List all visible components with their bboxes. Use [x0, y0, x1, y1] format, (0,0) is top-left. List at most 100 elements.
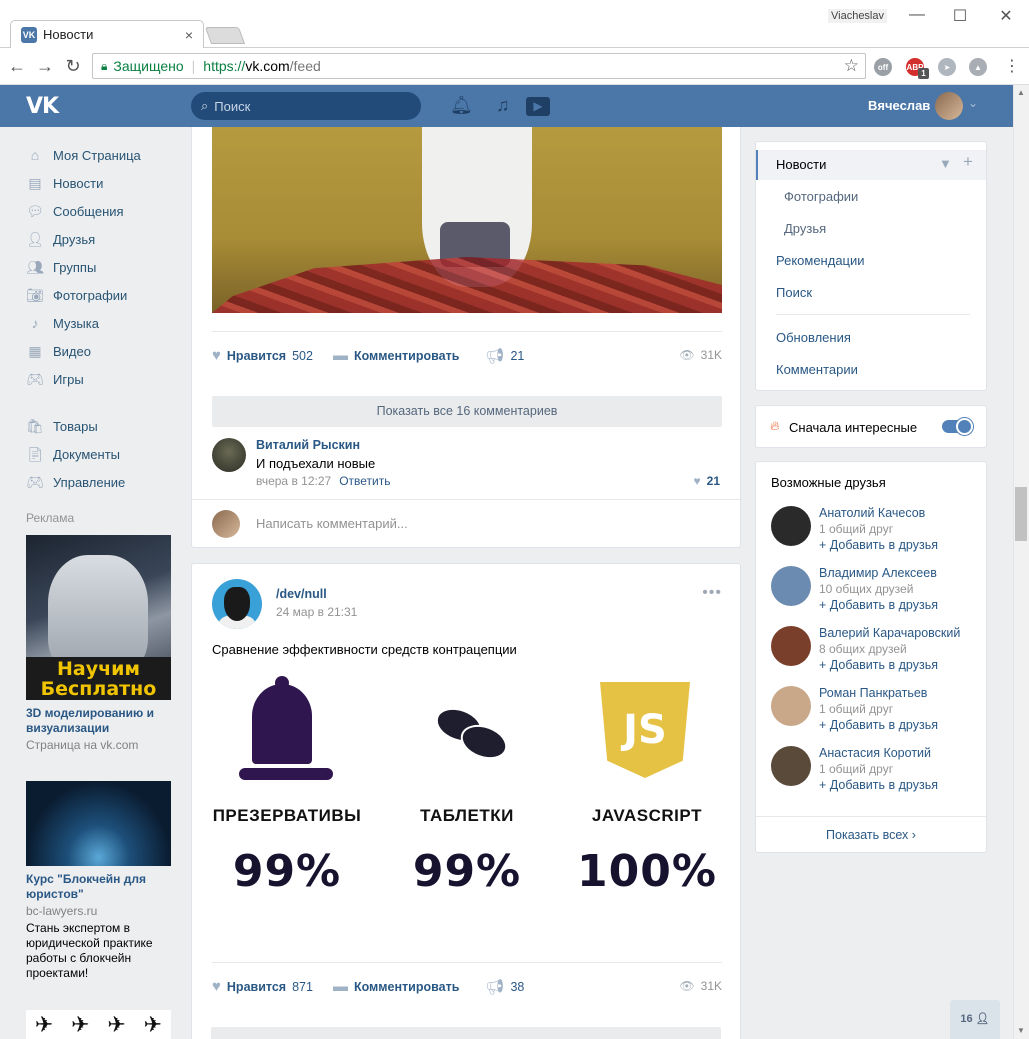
- friend-name[interactable]: Анастасия Коротий: [819, 746, 931, 760]
- menu-item-photos[interactable]: Фотографии: [784, 189, 858, 204]
- ad-title[interactable]: 3D моделированию и визуализации: [26, 706, 176, 736]
- header-user-name[interactable]: Вячеслав: [868, 98, 930, 113]
- sidebar-item-label: Фотографии: [53, 287, 128, 303]
- friend-name[interactable]: Анатолий Качесов: [819, 506, 925, 520]
- forward-icon[interactable]: →: [34, 56, 56, 76]
- menu-item-news[interactable]: Новости: [776, 157, 826, 172]
- add-friend-button[interactable]: + Добавить в друзья: [819, 658, 938, 672]
- friend-avatar[interactable]: [771, 566, 811, 606]
- post-infographic-image[interactable]: ПРЕЗЕРВАТИВЫ 99% ТАБЛЕТКИ 99% JS JAVASCR…: [212, 676, 722, 956]
- like-button[interactable]: ♥ Нравится 502: [212, 347, 313, 364]
- new-tab-button[interactable]: [204, 27, 246, 44]
- share-button[interactable]: 📢︎ 21: [485, 347, 524, 365]
- menu-item-search[interactable]: Поиск: [776, 285, 812, 300]
- header-avatar[interactable]: [935, 92, 963, 120]
- sidebar-item-news[interactable]: ▤ Новости: [26, 169, 176, 197]
- ad-title[interactable]: Курс "Блокчейн для юристов": [26, 872, 176, 902]
- friend-avatar[interactable]: [771, 626, 811, 666]
- comment-time[interactable]: вчера в 12:27: [256, 474, 331, 488]
- post-author-avatar[interactable]: [212, 579, 262, 629]
- bookmark-star-icon[interactable]: ☆: [844, 56, 859, 76]
- ad-image-globe[interactable]: [26, 781, 171, 866]
- address-bar[interactable]: 🔒︎ Защищено | https:// vk.com /feed ☆: [92, 53, 866, 79]
- like-button[interactable]: ♥ Нравится 871: [212, 978, 313, 995]
- menu-item-friends[interactable]: Друзья: [784, 221, 826, 236]
- comment-author[interactable]: Виталий Рыскин: [256, 438, 360, 452]
- cursor-extension-icon[interactable]: ➤: [938, 58, 956, 76]
- add-friend-button[interactable]: + Добавить в друзья: [819, 538, 938, 552]
- sidebar-item-friends[interactable]: 👤︎ Друзья: [26, 225, 176, 253]
- sidebar-item-games[interactable]: 🎮︎ Игры: [26, 365, 176, 393]
- sidebar-item-music[interactable]: ♪ Музыка: [26, 309, 176, 337]
- comment-like-button[interactable]: ♥ 21: [694, 474, 720, 488]
- friend-name[interactable]: Роман Панкратьев: [819, 686, 927, 700]
- sidebar-item-goods[interactable]: 🛍︎ Товары: [26, 412, 176, 440]
- post-author[interactable]: /dev/null: [276, 587, 327, 601]
- mutual-friends[interactable]: 8 общих друзей: [819, 642, 907, 656]
- post-date[interactable]: 24 мар в 21:31: [276, 605, 357, 619]
- show-all-comments-button[interactable]: Показать все 16 комментариев: [212, 396, 722, 427]
- ad-image-3d-head[interactable]: Научим Бесплатно: [26, 535, 171, 700]
- menu-item-updates[interactable]: Обновления: [776, 330, 851, 345]
- sidebar-item-manage[interactable]: 🎮︎ Управление: [26, 468, 176, 496]
- minimize-icon[interactable]: —: [902, 6, 932, 24]
- post-gif-image[interactable]: [212, 127, 722, 313]
- comment-button[interactable]: ▬ Комментировать: [333, 978, 465, 995]
- music-player-icon[interactable]: ♫: [496, 95, 510, 116]
- comment-input-placeholder[interactable]: Написать комментарий...: [256, 516, 408, 531]
- next-post-show-comments-bar[interactable]: [211, 1027, 721, 1039]
- toggle-knob[interactable]: [956, 418, 973, 435]
- comment-avatar[interactable]: [212, 438, 246, 472]
- menu-item-comments[interactable]: Комментарии: [776, 362, 858, 377]
- ad-image-planes[interactable]: ✈ ✈ ✈ ✈: [26, 1010, 171, 1039]
- page-scrollbar[interactable]: [1013, 85, 1029, 1039]
- more-options-icon[interactable]: •••: [702, 584, 722, 602]
- sidebar-item-messages[interactable]: 💬︎ Сообщения: [26, 197, 176, 225]
- sidebar-item-documents[interactable]: 📄︎ Документы: [26, 440, 176, 468]
- mutual-friends[interactable]: 1 общий друг: [819, 522, 893, 536]
- add-friend-button[interactable]: + Добавить в друзья: [819, 718, 938, 732]
- sidebar-item-groups[interactable]: 👥︎ Группы: [26, 253, 176, 281]
- add-list-icon[interactable]: +: [963, 152, 973, 172]
- sidebar-item-photos[interactable]: 📷︎ Фотографии: [26, 281, 176, 309]
- reply-link[interactable]: Ответить: [339, 474, 390, 488]
- friend-avatar[interactable]: [771, 506, 811, 546]
- menu-item-recommendations[interactable]: Рекомендации: [776, 253, 865, 268]
- browser-tab[interactable]: VK Новости ×: [10, 20, 204, 48]
- extension-off-icon[interactable]: off: [874, 58, 892, 76]
- friend-avatar[interactable]: [771, 686, 811, 726]
- browser-profile-name[interactable]: Viacheslav: [828, 9, 887, 23]
- online-friends-button[interactable]: 16 👤︎: [950, 1000, 1000, 1039]
- mutual-friends[interactable]: 1 общий друг: [819, 702, 893, 716]
- interesting-first-toggle-row[interactable]: 🔥︎ Сначала интересные: [755, 405, 987, 448]
- close-window-icon[interactable]: ✕: [991, 6, 1021, 26]
- share-button[interactable]: 📢︎ 38: [485, 978, 524, 996]
- show-all-friends-button[interactable]: Показать всех ›: [756, 816, 986, 853]
- mutual-friends[interactable]: 1 общий друг: [819, 762, 893, 776]
- back-icon[interactable]: ←: [6, 56, 28, 76]
- scroll-down-arrow-icon[interactable]: ▼: [1017, 1026, 1025, 1035]
- friend-name[interactable]: Валерий Карачаровский: [819, 626, 960, 640]
- chevron-down-icon[interactable]: ⌄: [968, 96, 978, 110]
- notifications-bell-icon[interactable]: 🔔︎: [450, 95, 473, 116]
- sidebar-item-video[interactable]: ▦ Видео: [26, 337, 176, 365]
- comment-button[interactable]: ▬ Комментировать: [333, 347, 465, 364]
- friend-name[interactable]: Владимир Алексеев: [819, 566, 937, 580]
- mutual-friends[interactable]: 10 общих друзей: [819, 582, 913, 596]
- tab-close-icon[interactable]: ×: [185, 27, 193, 43]
- play-icon[interactable]: ▶: [526, 97, 550, 116]
- sidebar-item-my-page[interactable]: ⌂ Моя Страница: [26, 141, 176, 169]
- search-input[interactable]: ⌕ Поиск: [191, 92, 421, 120]
- write-comment-row[interactable]: Написать комментарий...: [192, 499, 740, 547]
- add-friend-button[interactable]: + Добавить в друзья: [819, 778, 938, 792]
- maximize-icon[interactable]: ☐: [945, 6, 975, 26]
- vk-logo[interactable]: VK: [26, 94, 59, 119]
- add-friend-button[interactable]: + Добавить в друзья: [819, 598, 938, 612]
- scroll-up-arrow-icon[interactable]: ▲: [1017, 88, 1025, 97]
- drive-extension-icon[interactable]: ▲: [969, 58, 987, 76]
- scrollbar-thumb[interactable]: [1015, 487, 1027, 541]
- browser-menu-icon[interactable]: ⋮: [1004, 56, 1020, 76]
- filter-icon[interactable]: ▼: [939, 156, 952, 171]
- friend-avatar[interactable]: [771, 746, 811, 786]
- reload-icon[interactable]: ↻: [62, 56, 84, 76]
